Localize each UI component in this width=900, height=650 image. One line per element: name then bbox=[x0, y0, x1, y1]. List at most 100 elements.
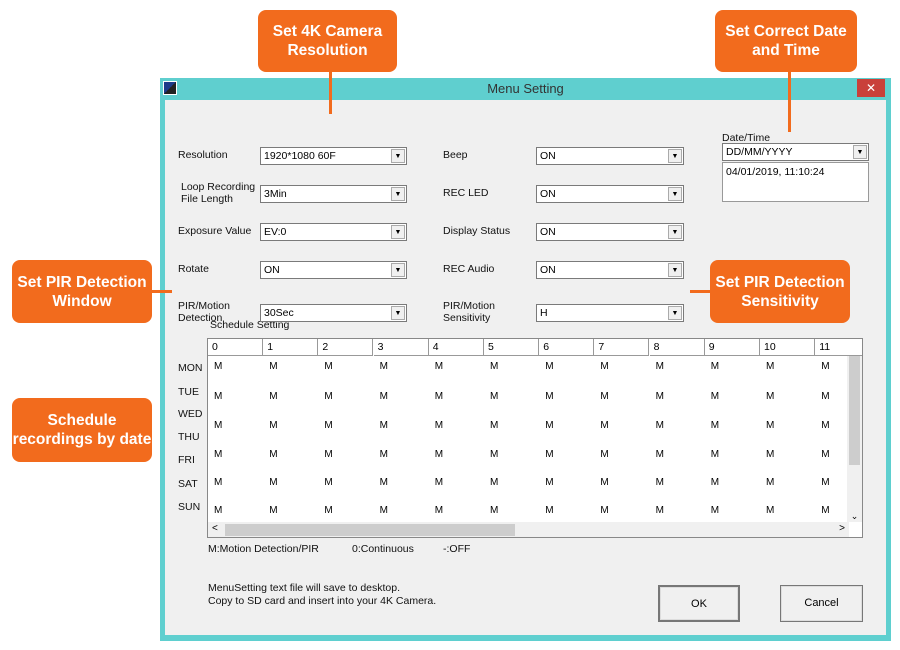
hour-header[interactable]: 9 bbox=[704, 339, 760, 356]
schedule-cell[interactable]: M bbox=[821, 420, 829, 431]
chevron-down-icon[interactable]: ▼ bbox=[668, 306, 682, 320]
cancel-button[interactable]: Cancel bbox=[780, 585, 863, 622]
schedule-cell[interactable]: M bbox=[269, 477, 277, 488]
chevron-down-icon[interactable]: ▼ bbox=[391, 263, 405, 277]
schedule-cell[interactable]: M bbox=[435, 361, 443, 372]
schedule-cell[interactable]: M bbox=[711, 477, 719, 488]
schedule-cell[interactable]: M bbox=[545, 391, 553, 402]
scroll-down-icon[interactable]: ⌄ bbox=[847, 511, 862, 522]
chevron-down-icon[interactable]: ▼ bbox=[391, 187, 405, 201]
schedule-cell[interactable]: M bbox=[545, 449, 553, 460]
chevron-down-icon[interactable]: ▼ bbox=[668, 225, 682, 239]
chevron-down-icon[interactable]: ▼ bbox=[668, 263, 682, 277]
hour-header[interactable]: 2 bbox=[318, 339, 374, 356]
schedule-cell[interactable]: M bbox=[269, 420, 277, 431]
date-format-select[interactable]: DD/MM/YYYY ▼ bbox=[722, 143, 869, 161]
schedule-cell[interactable]: M bbox=[490, 505, 498, 516]
schedule-cell[interactable]: M bbox=[600, 420, 608, 431]
schedule-cell[interactable]: M bbox=[324, 420, 332, 431]
schedule-cell[interactable]: M bbox=[269, 449, 277, 460]
schedule-cell[interactable]: M bbox=[380, 391, 388, 402]
chevron-down-icon[interactable]: ▼ bbox=[391, 149, 405, 163]
schedule-cell[interactable]: M bbox=[324, 391, 332, 402]
schedule-cell[interactable]: M bbox=[214, 449, 222, 460]
horizontal-scroll-thumb[interactable] bbox=[225, 524, 515, 536]
schedule-cell[interactable]: M bbox=[766, 420, 774, 431]
schedule-cell[interactable]: M bbox=[656, 391, 664, 402]
field-select[interactable]: EV:0 ▼ bbox=[260, 223, 407, 241]
schedule-cell[interactable]: M bbox=[766, 391, 774, 402]
schedule-cell[interactable]: M bbox=[380, 420, 388, 431]
schedule-cell[interactable]: M bbox=[435, 391, 443, 402]
schedule-cell[interactable]: M bbox=[324, 477, 332, 488]
schedule-cell[interactable]: M bbox=[656, 420, 664, 431]
schedule-cell[interactable]: M bbox=[435, 420, 443, 431]
schedule-cell[interactable]: M bbox=[600, 449, 608, 460]
schedule-cell[interactable]: M bbox=[269, 505, 277, 516]
schedule-grid[interactable]: ⌃ ⌄ < > 0MMMMMM1MMMMMM2MMMMMM3MMMMMM4MMM… bbox=[207, 338, 863, 538]
schedule-cell[interactable]: M bbox=[656, 505, 664, 516]
schedule-cell[interactable]: M bbox=[380, 505, 388, 516]
hour-header[interactable]: 3 bbox=[373, 339, 429, 356]
schedule-cell[interactable]: M bbox=[821, 477, 829, 488]
schedule-cell[interactable]: M bbox=[711, 420, 719, 431]
scroll-right-icon[interactable]: > bbox=[839, 523, 845, 534]
hour-header[interactable]: 5 bbox=[484, 339, 539, 356]
schedule-cell[interactable]: M bbox=[766, 505, 774, 516]
schedule-cell[interactable]: M bbox=[766, 449, 774, 460]
schedule-cell[interactable]: M bbox=[656, 361, 664, 372]
scroll-left-icon[interactable]: < bbox=[212, 523, 218, 534]
chevron-down-icon[interactable]: ▼ bbox=[391, 306, 405, 320]
datetime-input[interactable]: 04/01/2019, 11:10:24 bbox=[722, 162, 869, 202]
ok-button[interactable]: OK bbox=[658, 585, 740, 622]
hour-header[interactable]: 8 bbox=[649, 339, 705, 356]
hour-header[interactable]: 1 bbox=[263, 339, 319, 356]
schedule-cell[interactable]: M bbox=[711, 505, 719, 516]
vertical-scrollbar[interactable]: ⌃ ⌄ bbox=[847, 339, 862, 522]
field-select[interactable]: ON ▼ bbox=[536, 147, 684, 165]
horizontal-scrollbar[interactable]: < > bbox=[208, 522, 849, 537]
schedule-cell[interactable]: M bbox=[821, 505, 829, 516]
schedule-cell[interactable]: M bbox=[490, 361, 498, 372]
schedule-cell[interactable]: M bbox=[490, 449, 498, 460]
field-select[interactable]: ON ▼ bbox=[536, 223, 684, 241]
schedule-cell[interactable]: M bbox=[600, 477, 608, 488]
field-select[interactable]: ON ▼ bbox=[260, 261, 407, 279]
schedule-cell[interactable]: M bbox=[380, 449, 388, 460]
schedule-cell[interactable]: M bbox=[490, 391, 498, 402]
schedule-cell[interactable]: M bbox=[269, 361, 277, 372]
hour-header[interactable]: 0 bbox=[208, 339, 263, 356]
hour-header[interactable]: 6 bbox=[539, 339, 595, 356]
schedule-cell[interactable]: M bbox=[711, 391, 719, 402]
schedule-cell[interactable]: M bbox=[711, 449, 719, 460]
schedule-cell[interactable]: M bbox=[545, 477, 553, 488]
schedule-cell[interactable]: M bbox=[214, 361, 222, 372]
schedule-cell[interactable]: M bbox=[490, 477, 498, 488]
schedule-cell[interactable]: M bbox=[545, 420, 553, 431]
hour-header[interactable]: 7 bbox=[594, 339, 650, 356]
chevron-down-icon[interactable]: ▼ bbox=[668, 149, 682, 163]
chevron-down-icon[interactable]: ▼ bbox=[668, 187, 682, 201]
schedule-cell[interactable]: M bbox=[435, 449, 443, 460]
field-select[interactable]: ON ▼ bbox=[536, 185, 684, 203]
schedule-cell[interactable]: M bbox=[214, 391, 222, 402]
schedule-cell[interactable]: M bbox=[600, 361, 608, 372]
schedule-cell[interactable]: M bbox=[600, 505, 608, 516]
hour-header[interactable]: 10 bbox=[760, 339, 815, 356]
chevron-down-icon[interactable]: ▼ bbox=[391, 225, 405, 239]
schedule-cell[interactable]: M bbox=[324, 449, 332, 460]
schedule-cell[interactable]: M bbox=[435, 477, 443, 488]
schedule-cell[interactable]: M bbox=[766, 477, 774, 488]
schedule-cell[interactable]: M bbox=[656, 477, 664, 488]
close-button[interactable]: ✕ bbox=[857, 79, 885, 97]
schedule-cell[interactable]: M bbox=[490, 420, 498, 431]
field-select[interactable]: 30Sec ▼ bbox=[260, 304, 407, 322]
schedule-cell[interactable]: M bbox=[214, 477, 222, 488]
schedule-cell[interactable]: M bbox=[766, 361, 774, 372]
schedule-cell[interactable]: M bbox=[821, 449, 829, 460]
schedule-cell[interactable]: M bbox=[214, 505, 222, 516]
chevron-down-icon[interactable]: ▼ bbox=[853, 145, 867, 159]
schedule-cell[interactable]: M bbox=[214, 420, 222, 431]
hour-header[interactable]: 11 bbox=[815, 339, 862, 356]
schedule-cell[interactable]: M bbox=[435, 505, 443, 516]
